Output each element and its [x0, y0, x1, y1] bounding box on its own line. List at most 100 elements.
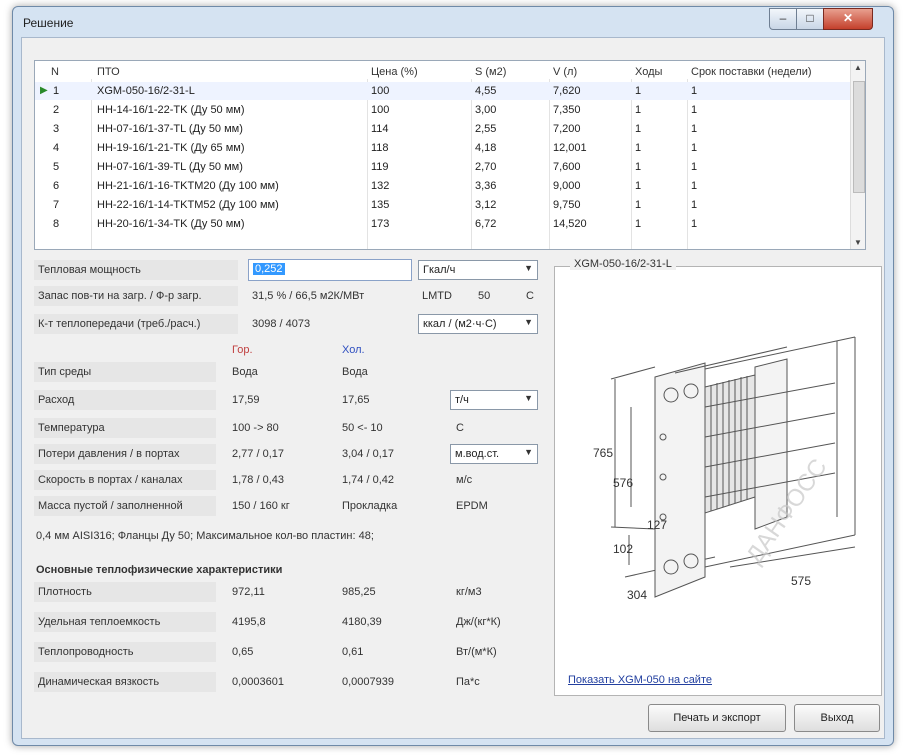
gasket-label: Прокладка: [342, 500, 398, 512]
cell-area: 4,18: [475, 142, 497, 154]
cell-pto: HH-07-16/1-37-TL (Ду 50 мм): [97, 123, 243, 135]
cell-pto: HH-14-16/1-22-TK (Ду 50 мм): [97, 104, 245, 116]
lmtd-unit: C: [526, 290, 534, 302]
cell-n: 5: [53, 161, 60, 173]
props-title: Основные теплофизические характеристики: [36, 564, 283, 576]
grid-scrollbar[interactable]: ▲ ▼: [850, 61, 865, 249]
cell-price: 119: [371, 161, 389, 173]
heatcap-unit: Дж/(кг*К): [456, 616, 501, 628]
cell-n: 2: [53, 104, 60, 116]
coef-label: К-т теплопередачи (треб./расч.): [34, 314, 238, 334]
visc-cold: 0,0007939: [342, 676, 394, 688]
flow-unit-select[interactable]: т/ч ▼: [450, 390, 538, 410]
speed-unit: м/с: [456, 474, 473, 486]
col-price[interactable]: Цена (%): [371, 66, 418, 78]
cell-price: 118: [371, 142, 389, 154]
cell-pto: XGM-050-16/2-31-L: [97, 85, 195, 97]
medium-hot: Вода: [232, 366, 258, 378]
gasket-value: EPDM: [456, 500, 488, 512]
temp-cold: 50 <- 10: [342, 422, 383, 434]
density-unit: кг/м3: [456, 586, 482, 598]
table-row[interactable]: 7 HH-22-16/1-14-TKTM52 (Ду 100 мм) 135 3…: [35, 196, 853, 214]
heat-power-label: Тепловая мощность: [34, 260, 238, 280]
medium-label: Тип среды: [34, 362, 216, 382]
cell-passes: 1: [635, 85, 642, 97]
cell-passes: 1: [635, 218, 642, 230]
cell-volume: 12,001: [553, 142, 587, 154]
medium-cold: Вода: [342, 366, 368, 378]
cell-n: 4: [53, 142, 60, 154]
table-row[interactable]: 3 HH-07-16/1-37-TL (Ду 50 мм) 114 2,55 7…: [35, 120, 853, 138]
solution-window: Решение – □ ✕ N ПТО Цена (%) S (м2) V (л…: [12, 6, 894, 746]
cell-area: 2,70: [475, 161, 497, 173]
pressure-label: Потери давления / в портах: [34, 444, 216, 464]
coef-unit-select[interactable]: ккал / (м2·ч·C) ▼: [418, 314, 538, 334]
coef-unit: ккал / (м2·ч·C): [423, 318, 497, 330]
cell-n: 1: [53, 85, 60, 97]
chevron-down-icon: ▼: [524, 317, 533, 327]
scroll-down-icon[interactable]: ▼: [851, 238, 865, 247]
pressure-unit: м.вод.ст.: [455, 448, 500, 460]
dim-765: 765: [593, 446, 613, 460]
drawing-title: XGM-050-16/2-31-L: [570, 258, 676, 270]
col-pto[interactable]: ПТО: [97, 66, 120, 78]
table-row[interactable]: 6 HH-21-16/1-16-TKTM20 (Ду 100 мм) 132 3…: [35, 177, 853, 195]
cell-area: 3,00: [475, 104, 497, 116]
cell-volume: 7,350: [553, 104, 581, 116]
table-row[interactable]: ▶ 1 XGM-050-16/2-31-L 100 4,55 7,620 1 1: [35, 82, 853, 100]
dim-575: 575: [791, 574, 811, 588]
window-title: Решение: [23, 16, 74, 30]
cell-n: 8: [53, 218, 60, 230]
cell-volume: 7,600: [553, 161, 581, 173]
conduct-label: Теплопроводность: [34, 642, 216, 662]
row-selector-icon: ▶: [40, 85, 48, 96]
results-grid[interactable]: N ПТО Цена (%) S (м2) V (л) Ходы Срок по…: [34, 60, 866, 250]
table-row[interactable]: 4 HH-19-16/1-21-TK (Ду 65 мм) 118 4,18 1…: [35, 139, 853, 157]
col-delivery[interactable]: Срок поставки (недели): [691, 66, 812, 78]
col-area[interactable]: S (м2): [475, 66, 506, 78]
heat-power-input[interactable]: 0,252: [248, 259, 412, 281]
cell-price: 135: [371, 199, 390, 211]
maximize-button[interactable]: □: [796, 8, 824, 30]
scroll-up-icon[interactable]: ▲: [851, 63, 865, 72]
title-bar: Решение – □ ✕: [13, 7, 893, 37]
cell-price: 100: [371, 104, 390, 116]
visc-unit: Па*с: [456, 676, 480, 688]
heatcap-label: Удельная теплоемкость: [34, 612, 216, 632]
lmtd-value: 50: [478, 290, 491, 302]
pressure-cold: 3,04 / 0,17: [342, 448, 394, 460]
dim-304: 304: [627, 588, 647, 602]
close-button[interactable]: ✕: [823, 8, 873, 30]
close-icon: ✕: [842, 11, 854, 25]
cell-price: 100: [371, 85, 390, 97]
col-passes[interactable]: Ходы: [635, 66, 662, 78]
dim-576: 576: [613, 476, 633, 490]
cell-pto: HH-20-16/1-34-TK (Ду 50 мм): [97, 218, 245, 230]
table-row[interactable]: 5 HH-07-16/1-39-TL (Ду 50 мм) 119 2,70 7…: [35, 158, 853, 176]
table-row[interactable]: 8 HH-20-16/1-34-TK (Ду 50 мм) 173 6,72 1…: [35, 215, 853, 233]
chevron-down-icon: ▼: [524, 263, 533, 273]
conduct-cold: 0,61: [342, 646, 364, 658]
cell-passes: 1: [635, 199, 642, 211]
cell-passes: 1: [635, 123, 642, 135]
cell-area: 2,55: [475, 123, 497, 135]
minimize-icon: –: [779, 11, 787, 25]
col-n[interactable]: N: [51, 66, 59, 78]
exit-button[interactable]: Выход: [794, 704, 880, 732]
conduct-hot: 0,65: [232, 646, 254, 658]
speed-hot: 1,78 / 0,43: [232, 474, 284, 486]
minimize-button[interactable]: –: [769, 8, 797, 30]
pressure-unit-select[interactable]: м.вод.ст. ▼: [450, 444, 538, 464]
col-volume[interactable]: V (л): [553, 66, 577, 78]
cell-price: 132: [371, 180, 390, 192]
reserve-value: 31,5 % / 66,5 м2К/МВт: [252, 290, 365, 302]
print-export-button[interactable]: Печать и экспорт: [648, 704, 786, 732]
heat-power-unit-select[interactable]: Гкал/ч ▼: [418, 260, 538, 280]
table-row[interactable]: 2 HH-14-16/1-22-TK (Ду 50 мм) 100 3,00 7…: [35, 101, 853, 119]
dim-102: 102: [613, 542, 633, 556]
scroll-thumb[interactable]: [853, 81, 865, 193]
show-on-site-link[interactable]: Показать XGM-050 на сайте: [568, 674, 712, 686]
speed-cold: 1,74 / 0,42: [342, 474, 394, 486]
chevron-down-icon: ▼: [524, 447, 533, 457]
lmtd-label: LMTD: [422, 290, 452, 302]
